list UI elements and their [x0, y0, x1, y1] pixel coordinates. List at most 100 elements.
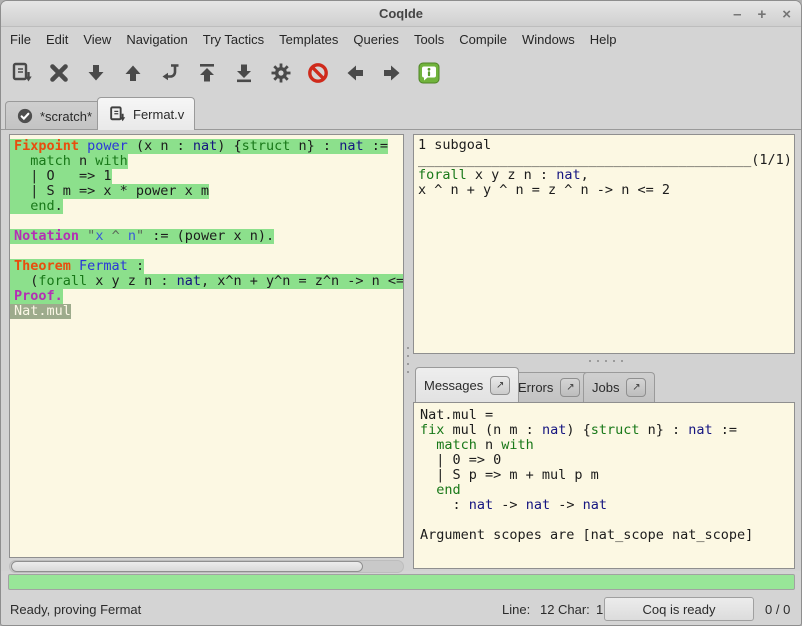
code-line: | 0 => 0	[420, 453, 794, 468]
goals-view[interactable]: 1 subgoal_______________________________…	[413, 134, 795, 354]
tab-scratch-label: *scratch*	[40, 109, 92, 124]
status-bar: Ready, proving Fermat Line: 12 Char: 1 C…	[1, 593, 801, 625]
code-line: match n with	[14, 154, 403, 169]
menu-windows[interactable]: Windows	[522, 32, 575, 47]
job-counter: 0 / 0	[765, 602, 790, 617]
code-line: Nat.mul =	[420, 408, 794, 423]
code-line: 1 subgoal	[418, 138, 794, 153]
code-line: Argument scopes are [nat_scope nat_scope…	[420, 528, 794, 543]
detach-icon: ↗	[632, 382, 640, 393]
menu-help[interactable]: Help	[590, 32, 617, 47]
go-to-end-icon	[232, 61, 256, 85]
window-title: CoqIde	[379, 6, 423, 21]
title-bar[interactable]: CoqIde – + ×	[1, 1, 801, 27]
char-value: 1	[596, 602, 603, 617]
char-label: Char:	[558, 602, 590, 617]
tab-jobs-label: Jobs	[592, 380, 619, 395]
tab-messages[interactable]: Messages ↗	[415, 367, 519, 402]
line-value: 12	[540, 602, 554, 617]
code-line: | O => 1	[14, 169, 403, 184]
code-line	[14, 244, 403, 259]
editor-tab-row: *scratch* Fermat.v	[1, 95, 801, 130]
maximize-button[interactable]: +	[757, 7, 766, 22]
code-line: Fixpoint power (x n : nat) {struct n} : …	[14, 139, 403, 154]
arrow-down-icon	[84, 61, 108, 85]
code-line: match n with	[420, 438, 794, 453]
code-line: Proof.	[14, 289, 403, 304]
menu-edit[interactable]: Edit	[46, 32, 68, 47]
code-line: Nat.mul	[14, 304, 403, 319]
info-bubble-icon	[417, 61, 441, 85]
about-button[interactable]	[415, 59, 443, 87]
menu-queries[interactable]: Queries	[353, 32, 399, 47]
tab-errors[interactable]: Errors ↗	[509, 372, 589, 402]
menu-bar: File Edit View Navigation Try Tactics Templat…	[1, 27, 801, 51]
code-line: | S m => x * power x m	[14, 184, 403, 199]
tab-fermat-label: Fermat.v	[133, 107, 184, 122]
menu-templates[interactable]: Templates	[279, 32, 338, 47]
messages-view[interactable]: Nat.mul =fix mul (n m : nat) {struct n} …	[413, 402, 795, 569]
backward-one-button[interactable]	[119, 59, 147, 87]
main-area: Fixpoint power (x n : nat) {struct n} : …	[1, 129, 801, 571]
cancel-x-icon	[47, 61, 71, 85]
menu-compile[interactable]: Compile	[459, 32, 507, 47]
go-to-cursor-button[interactable]	[156, 59, 184, 87]
tab-errors-label: Errors	[518, 380, 553, 395]
detach-errors-button[interactable]: ↗	[560, 378, 580, 397]
horizontal-splitter[interactable]	[576, 358, 636, 364]
progress-bar	[8, 574, 795, 590]
menu-tools[interactable]: Tools	[414, 32, 444, 47]
minimize-button[interactable]: –	[733, 7, 741, 22]
code-line: end.	[14, 199, 403, 214]
tab-messages-label: Messages	[424, 378, 483, 393]
arrow-left-icon	[343, 61, 367, 85]
arrow-up-icon	[121, 61, 145, 85]
tab-fermat[interactable]: Fermat.v	[97, 97, 195, 130]
menu-navigation[interactable]: Navigation	[126, 32, 187, 47]
detach-jobs-button[interactable]: ↗	[626, 378, 646, 397]
next-button[interactable]	[378, 59, 406, 87]
code-line	[420, 513, 794, 528]
coq-state-indicator: Coq is ready	[604, 597, 754, 621]
menu-view[interactable]: View	[83, 32, 111, 47]
save-icon	[10, 61, 34, 85]
arrow-right-icon	[380, 61, 404, 85]
code-line: ________________________________________…	[418, 153, 794, 168]
status-message: Ready, proving Fermat	[10, 602, 141, 617]
menu-file[interactable]: File	[10, 32, 31, 47]
detach-icon: ↗	[496, 380, 504, 391]
menu-try-tactics[interactable]: Try Tactics	[203, 32, 264, 47]
tab-scratch[interactable]: *scratch*	[5, 101, 103, 130]
script-editor[interactable]: Fixpoint power (x n : nat) {struct n} : …	[9, 134, 404, 558]
code-line: Theorem Fermat :	[14, 259, 403, 274]
editor-hscrollbar[interactable]	[9, 560, 404, 573]
interrupt-button[interactable]	[304, 59, 332, 87]
go-to-start-icon	[195, 61, 219, 85]
hscrollbar-thumb[interactable]	[11, 561, 363, 572]
tab-jobs[interactable]: Jobs ↗	[583, 372, 655, 402]
cancel-button[interactable]	[45, 59, 73, 87]
fully-check-button[interactable]	[267, 59, 295, 87]
code-line: end	[420, 483, 794, 498]
code-line: | S p => m + mul p m	[420, 468, 794, 483]
code-line: : nat -> nat -> nat	[420, 498, 794, 513]
code-line: (forall x y z n : nat, x^n + y^n = z^n -…	[14, 274, 403, 289]
coqide-window: CoqIde – + × File Edit View Navigation Try T…	[0, 0, 802, 626]
save-button[interactable]	[8, 59, 36, 87]
detach-icon: ↗	[566, 382, 574, 393]
detach-messages-button[interactable]: ↗	[490, 376, 510, 395]
curved-arrow-icon	[158, 61, 182, 85]
code-line: Notation "x ^ n" := (power x n).	[14, 229, 403, 244]
line-label: Line:	[502, 602, 530, 617]
go-to-end-button[interactable]	[230, 59, 258, 87]
restart-button[interactable]	[193, 59, 221, 87]
previous-button[interactable]	[341, 59, 369, 87]
gear-icon	[269, 61, 293, 85]
forward-one-button[interactable]	[82, 59, 110, 87]
toolbar	[1, 51, 801, 95]
close-button[interactable]: ×	[782, 7, 791, 22]
code-line	[14, 214, 403, 229]
document-save-icon	[108, 105, 127, 124]
code-line: forall x y z n : nat,	[418, 168, 794, 183]
vertical-splitter[interactable]	[405, 330, 411, 390]
